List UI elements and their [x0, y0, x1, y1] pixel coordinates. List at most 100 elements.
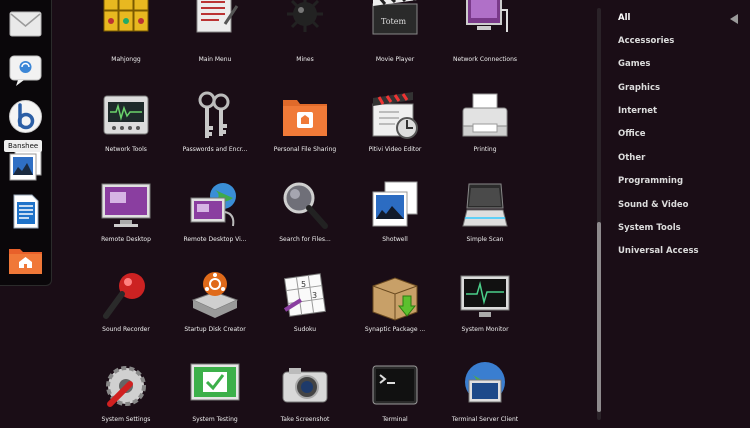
app-label: Sudoku — [293, 326, 317, 333]
video-editor-icon — [372, 92, 418, 139]
app-network-tools[interactable]: Network Tools — [78, 90, 174, 170]
app-passwords-and-encryption[interactable]: Passwords and Encr... — [167, 90, 263, 170]
app-label: Main Menu — [198, 56, 232, 63]
category-programming[interactable]: Programming — [618, 176, 683, 186]
app-movie-player[interactable]: Totem Movie Player — [347, 0, 443, 68]
scanner-icon — [462, 183, 508, 227]
app-terminal[interactable]: Terminal — [347, 360, 443, 428]
settings-icon — [106, 366, 146, 407]
chat-app-icon[interactable] — [6, 50, 45, 89]
mail-app-icon[interactable] — [6, 4, 45, 43]
shotwell-icon — [372, 181, 418, 227]
selected-arrow-icon — [730, 14, 738, 24]
app-system-testing[interactable]: System Testing — [167, 360, 263, 428]
category-all[interactable]: All — [618, 13, 630, 23]
remote-desktop-viewer-icon — [190, 183, 236, 227]
magnifier-icon — [283, 182, 328, 229]
app-label: Synaptic Package ... — [364, 326, 426, 333]
app-startup-disk-creator[interactable]: Startup Disk Creator — [167, 270, 263, 350]
package-icon — [372, 277, 418, 321]
launcher-dock: Banshee — [0, 0, 52, 286]
app-remote-desktop[interactable]: Remote Desktop — [78, 180, 174, 260]
svg-text:5: 5 — [301, 280, 306, 289]
svg-text:3: 3 — [312, 291, 317, 300]
app-label: Passwords and Encr... — [182, 146, 248, 153]
app-label: Sound Recorder — [102, 326, 150, 333]
app-label: Personal File Sharing — [273, 146, 337, 153]
app-printing[interactable]: Printing — [437, 90, 533, 170]
app-label: Movie Player — [375, 56, 415, 63]
app-terminal-server-client[interactable]: Terminal Server Client — [437, 360, 533, 428]
category-sound-video[interactable]: Sound & Video — [618, 200, 689, 210]
app-label: Take Screenshot — [280, 416, 330, 423]
shared-folder-icon — [283, 100, 327, 136]
remote-desktop-icon — [101, 183, 151, 227]
network-tools-icon — [103, 95, 149, 135]
app-system-settings[interactable]: System Settings — [78, 360, 174, 428]
category-universal-access[interactable]: Universal Access — [618, 246, 699, 256]
app-label: Network Tools — [105, 146, 147, 153]
svg-text:Totem: Totem — [381, 17, 406, 26]
mines-icon — [287, 0, 323, 32]
mahjongg-icon — [103, 0, 149, 32]
app-mahjongg[interactable]: Mahjongg — [78, 0, 174, 68]
category-system-tools[interactable]: System Tools — [618, 223, 681, 233]
terminal-icon — [372, 365, 418, 405]
app-label: Remote Desktop — [101, 236, 151, 243]
category-games[interactable]: Games — [618, 59, 650, 69]
app-search-for-files[interactable]: Search for Files... — [257, 180, 353, 260]
banshee-app-icon[interactable] — [6, 97, 45, 136]
app-simple-scan[interactable]: Simple Scan — [437, 180, 533, 260]
writer-app-icon[interactable] — [6, 192, 45, 231]
app-label: Mahjongg — [111, 56, 141, 63]
category-internet[interactable]: Internet — [618, 106, 657, 116]
app-label: Terminal Server Client — [451, 416, 519, 423]
applications-grid: Mahjongg Main Menu Mines Totem Movie Pla… — [51, 0, 597, 428]
keys-icon — [198, 91, 230, 138]
app-personal-file-sharing[interactable]: Personal File Sharing — [257, 90, 353, 170]
category-list: All Accessories Games Graphics Internet … — [606, 0, 750, 428]
app-label: System Testing — [192, 416, 238, 423]
app-label: Startup Disk Creator — [184, 326, 246, 333]
system-monitor-icon — [460, 275, 510, 317]
app-label: System Settings — [101, 416, 151, 423]
app-label: Shotwell — [382, 236, 408, 243]
movie-player-icon: Totem — [372, 0, 418, 35]
app-mines[interactable]: Mines — [257, 0, 353, 68]
app-sudoku[interactable]: 5 3 Sudoku — [257, 270, 353, 350]
system-testing-icon — [190, 363, 240, 401]
category-accessories[interactable]: Accessories — [618, 36, 674, 46]
app-remote-desktop-viewer[interactable]: Remote Desktop Vi... — [167, 180, 263, 260]
home-folder-icon[interactable] — [6, 240, 45, 279]
app-label: System Monitor — [461, 326, 509, 333]
app-label: Pitivi Video Editor — [368, 146, 422, 153]
app-system-monitor[interactable]: System Monitor — [437, 270, 533, 350]
main-menu-icon — [196, 0, 239, 33]
app-label: Simple Scan — [466, 236, 504, 243]
app-shotwell[interactable]: Shotwell — [347, 180, 443, 260]
app-label: Network Connections — [452, 56, 518, 63]
category-office[interactable]: Office — [618, 129, 646, 139]
sudoku-icon: 5 3 — [283, 273, 327, 317]
microphone-icon — [103, 273, 145, 319]
app-main-menu[interactable]: Main Menu — [167, 0, 263, 68]
dock-tooltip: Banshee — [4, 140, 43, 152]
app-sound-recorder[interactable]: Sound Recorder — [78, 270, 174, 350]
camera-icon — [282, 368, 328, 403]
scrollbar-thumb[interactable] — [597, 222, 601, 412]
startup-disk-icon — [191, 272, 239, 318]
app-take-screenshot[interactable]: Take Screenshot — [257, 360, 353, 428]
printer-icon — [462, 93, 508, 137]
app-label: Printing — [473, 146, 497, 153]
category-graphics[interactable]: Graphics — [618, 83, 660, 93]
app-label: Mines — [296, 56, 314, 63]
app-synaptic-package-manager[interactable]: Synaptic Package ... — [347, 270, 443, 350]
app-network-connections[interactable]: Network Connections — [437, 0, 533, 68]
category-other[interactable]: Other — [618, 153, 645, 163]
app-label: Terminal — [382, 416, 408, 423]
network-connections-icon — [466, 0, 508, 32]
app-pitivi-video-editor[interactable]: Pitivi Video Editor — [347, 90, 443, 170]
terminal-server-icon — [465, 362, 505, 403]
app-label: Remote Desktop Vi... — [183, 236, 247, 243]
app-label: Search for Files... — [279, 236, 331, 243]
